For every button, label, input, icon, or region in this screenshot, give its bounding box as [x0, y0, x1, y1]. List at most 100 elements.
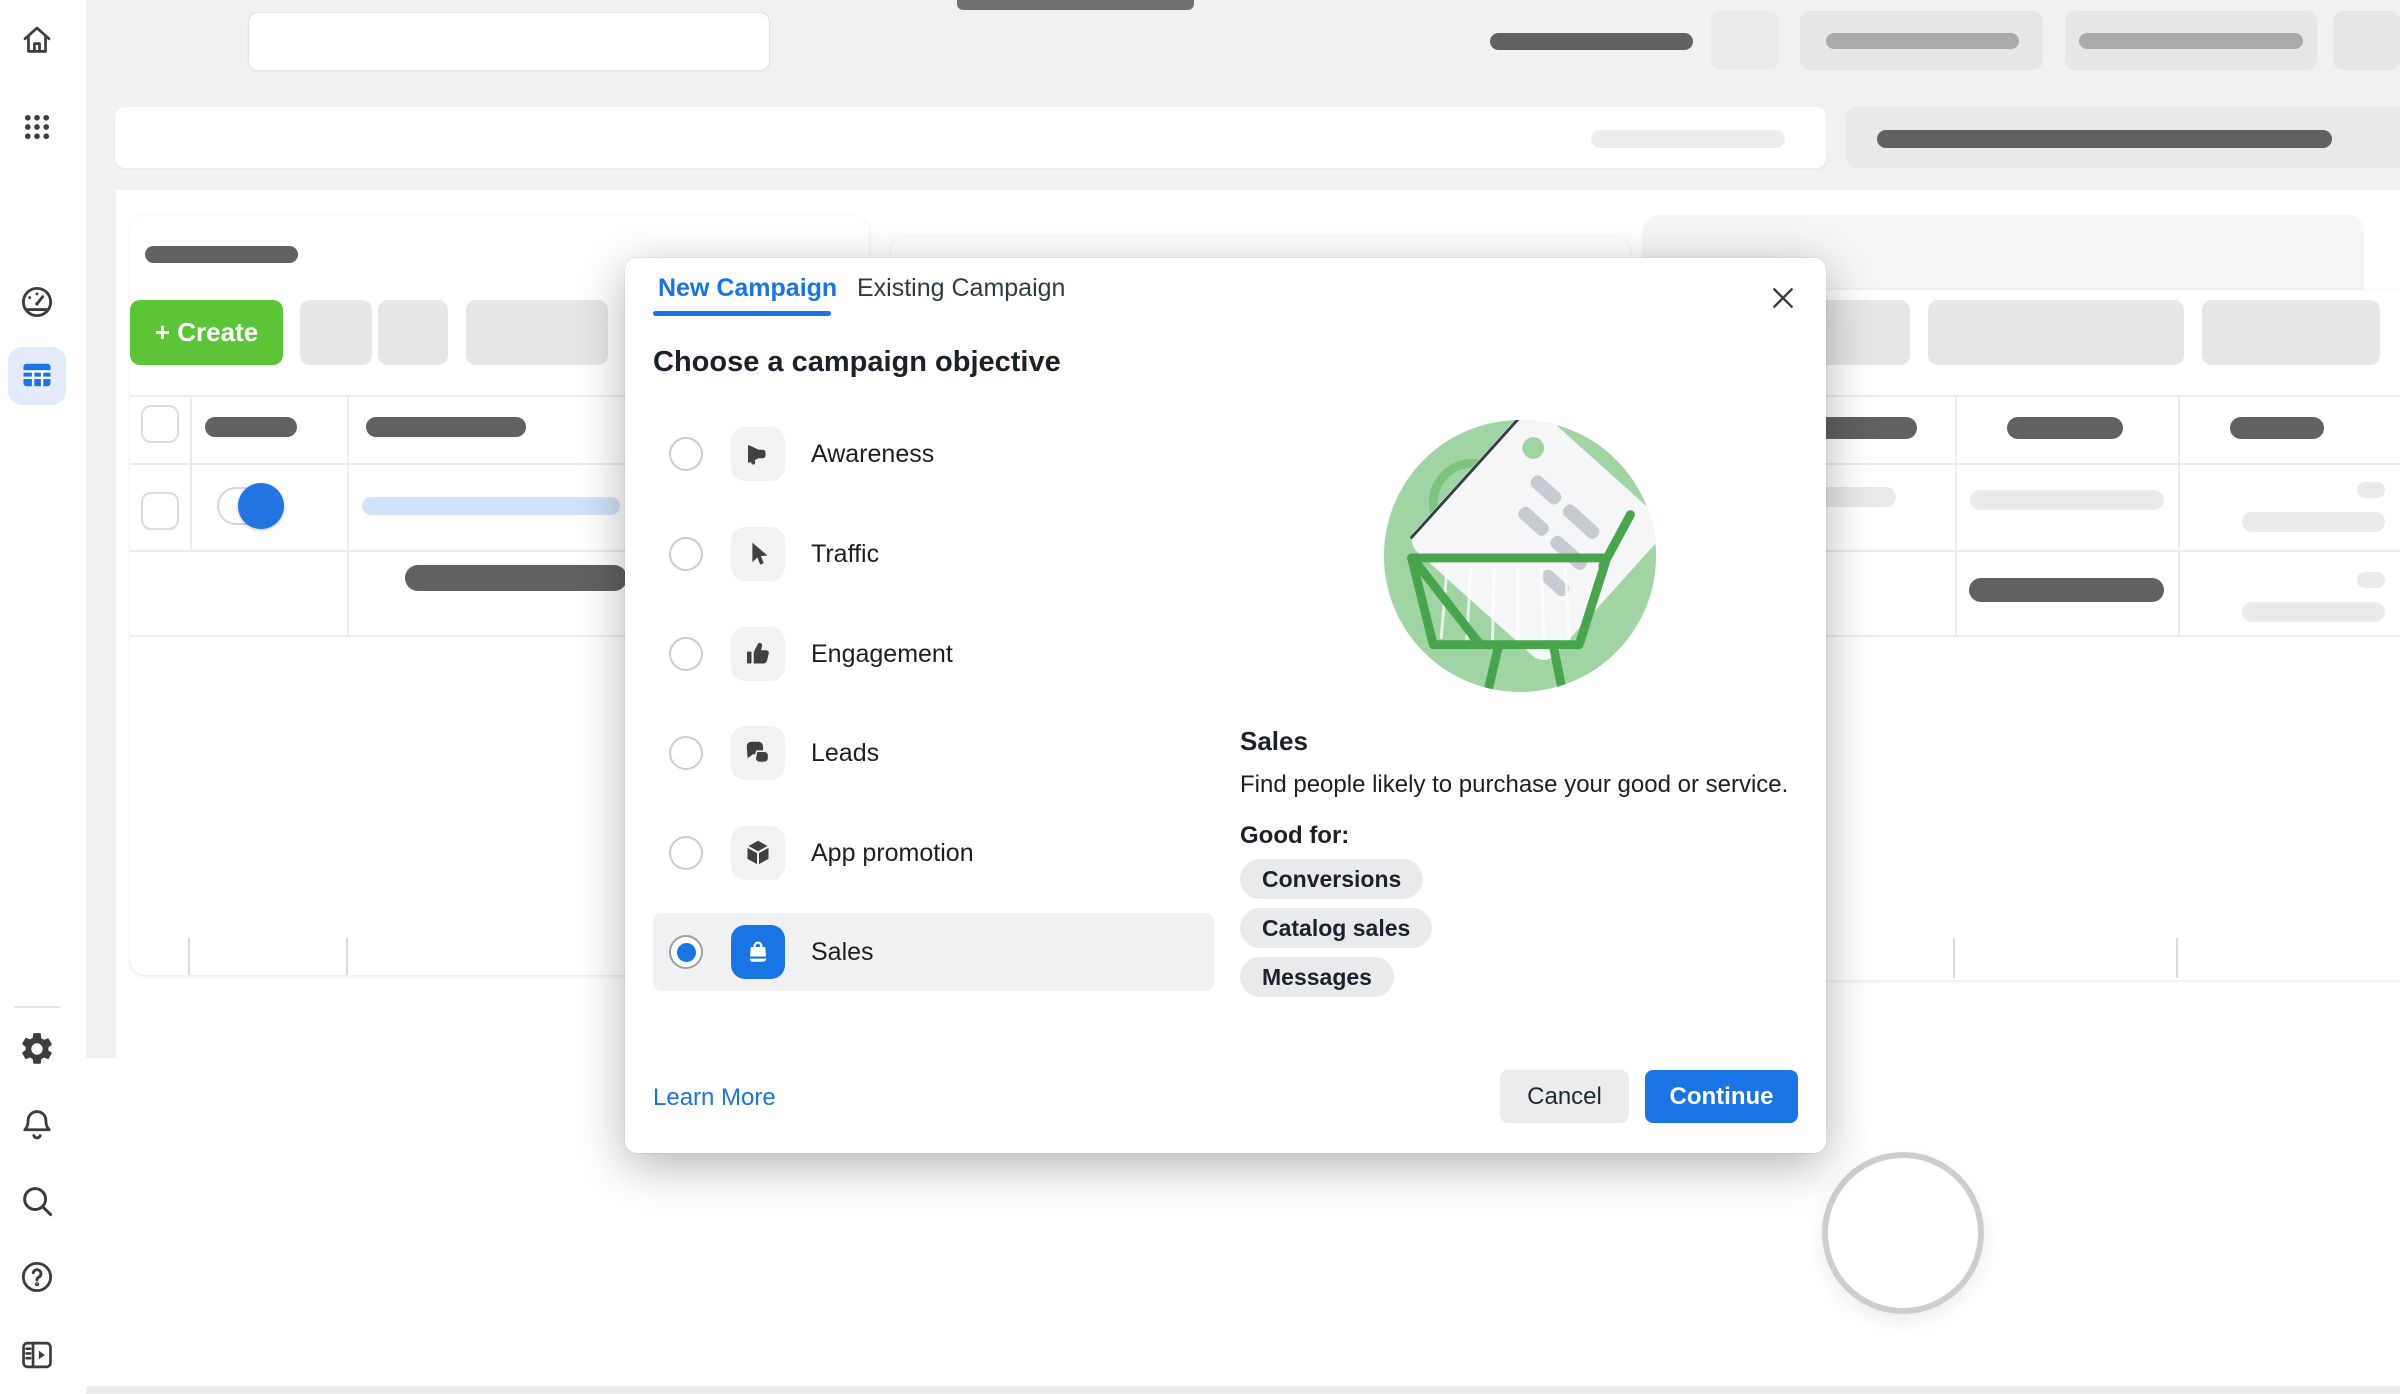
settings-gear-icon: [18, 1030, 56, 1071]
active-tab-underline: [653, 311, 831, 316]
home-icon: [19, 22, 55, 61]
collapse-panel-icon: [18, 1336, 56, 1377]
ads-manager-screen: + Create: [0, 0, 2400, 1394]
table-cell-placeholder: [2357, 482, 2385, 498]
sidebar-item-apps[interactable]: [9, 100, 65, 156]
objective-label: App promotion: [811, 839, 974, 868]
table-cell-placeholder: [2357, 572, 2385, 588]
table-cell-placeholder: [2242, 512, 2385, 532]
global-search-box[interactable]: [248, 12, 770, 71]
column-header-placeholder: [205, 417, 297, 437]
table-border: [347, 395, 349, 635]
table-border: [190, 395, 192, 550]
filter-hint-placeholder: [1591, 130, 1785, 148]
objective-option-traffic[interactable]: Traffic: [653, 515, 1214, 593]
bottom-edge-strip: [86, 1386, 2400, 1394]
sidebar-gutter: [86, 190, 116, 1058]
radio-leads[interactable]: [669, 736, 703, 770]
sidebar-item-campaigns-table[interactable]: [9, 348, 65, 404]
close-icon: [1767, 282, 1799, 317]
browser-tab-remnant: [957, 0, 1194, 10]
topbar-icon-button[interactable]: [2333, 11, 2400, 70]
good-for-label: Good for:: [1240, 822, 1349, 850]
topbar-button-label-placeholder: [1826, 33, 2019, 49]
radio-traffic[interactable]: [669, 537, 703, 571]
radio-awareness[interactable]: [669, 437, 703, 471]
filter-bar[interactable]: [115, 107, 1826, 168]
sidebar-item-notifications[interactable]: [9, 1098, 65, 1154]
tag-label: Messages: [1262, 964, 1372, 991]
sidebar-item-search[interactable]: [9, 1174, 65, 1230]
objective-label: Awareness: [811, 440, 934, 469]
table-cell-placeholder: [1970, 490, 2164, 510]
megaphone-icon: [731, 427, 785, 481]
date-range-label-placeholder: [1877, 130, 2332, 148]
chat-bubbles-icon: [731, 726, 785, 780]
table-cell-placeholder: [405, 565, 627, 591]
column-header-placeholder: [366, 417, 526, 437]
objective-option-awareness[interactable]: Awareness: [653, 415, 1214, 493]
search-icon: [18, 1182, 56, 1223]
row-checkbox[interactable]: [141, 492, 179, 530]
objective-option-engagement[interactable]: Engagement: [653, 615, 1214, 693]
cancel-button[interactable]: Cancel: [1500, 1070, 1629, 1123]
close-button[interactable]: [1755, 271, 1811, 327]
objective-option-leads[interactable]: Leads: [653, 714, 1214, 792]
objective-illustration: [1382, 418, 1658, 694]
campaigns-table-icon: [19, 357, 55, 396]
radio-sales[interactable]: [669, 935, 703, 969]
good-for-tag: Catalog sales: [1240, 908, 1432, 948]
detail-heading: Sales: [1240, 726, 1308, 757]
good-for-tag: Conversions: [1240, 859, 1423, 899]
column-header-placeholder: [2007, 417, 2123, 439]
objective-label: Sales: [811, 938, 874, 967]
objective-label: Traffic: [811, 540, 879, 569]
loading-spinner-ring: [1822, 1152, 1984, 1314]
sidebar-divider: [14, 1006, 60, 1008]
sidebar-item-collapse[interactable]: [9, 1328, 65, 1384]
objective-option-app-promotion[interactable]: App promotion: [653, 814, 1214, 892]
sidebar-item-settings[interactable]: [9, 1022, 65, 1078]
notifications-bell-icon: [18, 1106, 56, 1147]
tag-label: Catalog sales: [1262, 915, 1410, 942]
table-border: [2176, 938, 2178, 978]
sidebar-item-performance[interactable]: [9, 275, 65, 331]
table-cell-placeholder: [2242, 602, 2385, 622]
objective-label: Engagement: [811, 640, 953, 669]
toolbar-button-placeholder[interactable]: [2202, 300, 2380, 365]
create-button-label: + Create: [155, 317, 258, 347]
sidebar-item-help[interactable]: [9, 1250, 65, 1306]
modal-title: Choose a campaign objective: [653, 346, 1061, 379]
performance-gauge-icon: [18, 283, 56, 324]
radio-app-promotion[interactable]: [669, 836, 703, 870]
table-border: [1953, 938, 1955, 978]
objective-option-sales[interactable]: Sales: [653, 913, 1214, 991]
cube-icon: [731, 826, 785, 880]
objective-label: Leads: [811, 739, 879, 768]
topbar-icon-button[interactable]: [1711, 11, 1779, 70]
tag-label: Conversions: [1262, 866, 1401, 893]
create-campaign-modal: New Campaign Existing Campaign Choose a …: [625, 258, 1826, 1153]
account-name-placeholder: [1490, 33, 1693, 50]
duplicate-button-placeholder[interactable]: [300, 300, 372, 365]
tab-existing-campaign[interactable]: Existing Campaign: [857, 274, 1065, 303]
learn-more-link[interactable]: Learn More: [653, 1084, 776, 1112]
edit-button-placeholder[interactable]: [378, 300, 448, 365]
toolbar-button-placeholder[interactable]: [1928, 300, 2184, 365]
selected-campaign-name-placeholder: [362, 497, 620, 515]
shopping-bag-icon: [731, 925, 785, 979]
good-for-tag: Messages: [1240, 957, 1394, 997]
create-button[interactable]: + Create: [130, 300, 283, 365]
column-header-placeholder: [2230, 417, 2324, 439]
select-all-checkbox[interactable]: [141, 405, 179, 443]
continue-button[interactable]: Continue: [1645, 1070, 1798, 1123]
table-cell-placeholder: [1969, 578, 2164, 602]
more-actions-button-placeholder[interactable]: [466, 300, 608, 365]
table-border: [2178, 395, 2180, 635]
toggle-knob[interactable]: [238, 483, 284, 529]
tab-new-campaign[interactable]: New Campaign: [658, 274, 837, 303]
detail-description: Find people likely to purchase your good…: [1240, 768, 1810, 802]
radio-engagement[interactable]: [669, 637, 703, 671]
sidebar-item-home[interactable]: [9, 13, 65, 69]
help-icon: [18, 1258, 56, 1299]
